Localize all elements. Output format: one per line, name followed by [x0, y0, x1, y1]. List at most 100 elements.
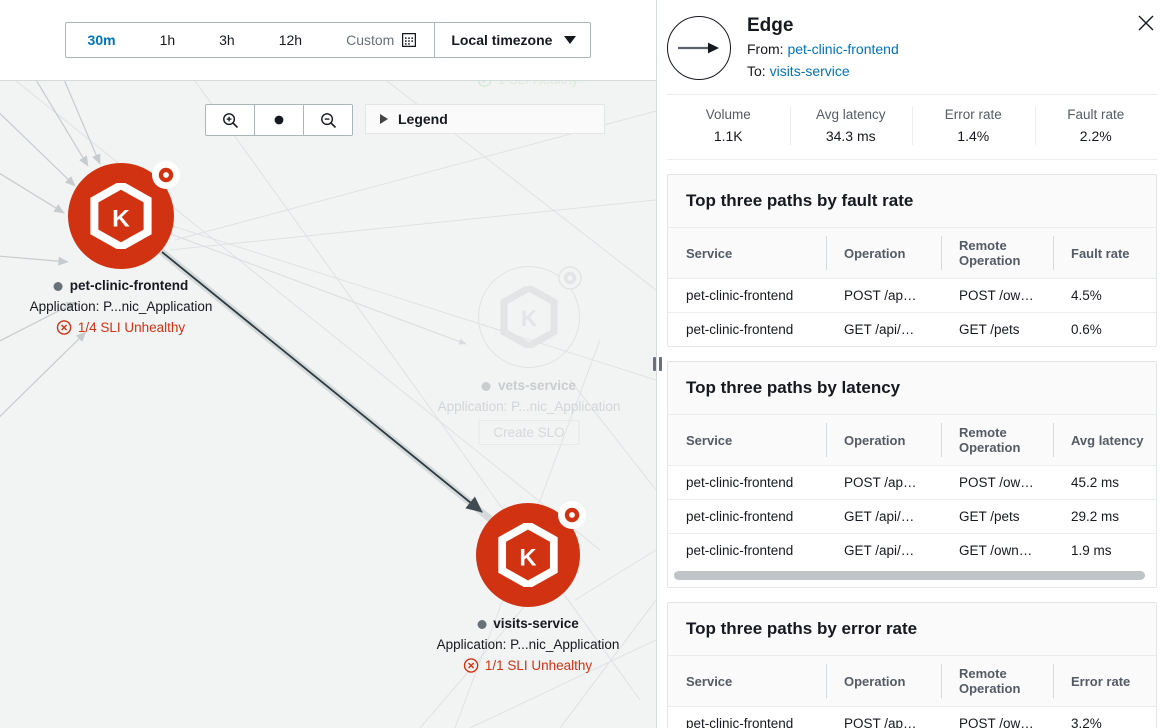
node-sli-status-visits-service: 1/1 SLI Unhealthy	[437, 655, 620, 676]
kubernetes-icon: K	[500, 286, 558, 348]
time-range-30m[interactable]: 30m	[66, 23, 138, 57]
time-range-3h[interactable]: 3h	[197, 23, 257, 57]
metric-volume: Volume 1.1K	[667, 105, 790, 147]
edge-from-link[interactable]: pet-clinic-frontend	[787, 41, 898, 57]
column-header-operation[interactable]: Operation	[826, 415, 941, 466]
edge-to-link[interactable]: visits-service	[770, 63, 850, 79]
timezone-dropdown[interactable]: Local timezone	[435, 23, 590, 57]
column-header-remote-operation[interactable]: Remote Operation	[941, 656, 1053, 707]
cell-remote-operation: POST /ow…	[941, 466, 1053, 500]
gear-icon[interactable]	[152, 161, 180, 189]
column-header-operation[interactable]: Operation	[826, 656, 941, 707]
node-caption-vets-service: vets-service Application: P...nic_Applic…	[438, 376, 621, 445]
edge-to-label: To:	[747, 63, 766, 79]
cell-remote-operation: POST /ow…	[941, 279, 1053, 313]
time-range-12h[interactable]: 12h	[257, 23, 324, 57]
cell-remote-operation: POST /ow…	[941, 707, 1053, 728]
cell-value: 29.2 ms	[1053, 500, 1156, 534]
column-header-service[interactable]: Service	[668, 228, 826, 279]
card-title: Top three paths by latency	[668, 362, 1156, 415]
edge-avatar	[667, 16, 731, 80]
panel-splitter[interactable]	[650, 0, 664, 728]
table-horizontal-scrollbar[interactable]	[668, 567, 1156, 587]
column-header-value[interactable]: Error rate	[1053, 656, 1156, 707]
zoom-out-icon	[320, 112, 337, 129]
node-circle-visits-service[interactable]: K	[476, 503, 580, 607]
table-row: pet-clinic-frontend POST /ap… POST /ow… …	[668, 279, 1156, 313]
table-row: pet-clinic-frontend GET /api/… GET /own……	[668, 534, 1156, 568]
edge-to-line: To: visits-service	[747, 60, 1151, 82]
node-status-dot	[482, 382, 491, 391]
graph-node-visits-service[interactable]: K visits-service Appl	[476, 503, 580, 607]
table-header-row: Service Operation Remote Operation Avg l…	[668, 415, 1156, 466]
svg-text:K: K	[521, 306, 537, 331]
node-application-visits-service: Application: P...nic_Application	[437, 634, 620, 655]
edge-metrics-strip: Volume 1.1K Avg latency 34.3 ms Error ra…	[667, 94, 1157, 160]
cell-service[interactable]: pet-clinic-frontend	[668, 466, 826, 500]
scrollbar-thumb[interactable]	[674, 571, 1145, 580]
column-header-operation[interactable]: Operation	[826, 228, 941, 279]
node-title-visits-service: visits-service	[437, 614, 620, 634]
time-range-selector[interactable]: 30m 1h 3h 12h Custom	[65, 22, 592, 58]
table-row: pet-clinic-frontend GET /api/… GET /pets…	[668, 313, 1156, 347]
zoom-controls[interactable]	[205, 104, 353, 136]
column-header-service[interactable]: Service	[668, 415, 826, 466]
dot-icon	[272, 113, 286, 127]
legend-toggle[interactable]: Legend	[365, 104, 605, 134]
time-range-custom[interactable]: Custom	[324, 23, 434, 57]
paths-table-error-rate: Service Operation Remote Operation Error…	[668, 656, 1156, 728]
cell-value: 45.2 ms	[1053, 466, 1156, 500]
timezone-label: Local timezone	[451, 32, 552, 48]
chevron-down-icon	[564, 36, 576, 44]
cell-service[interactable]: pet-clinic-frontend	[668, 707, 826, 728]
cell-value: 4.5%	[1053, 279, 1156, 313]
node-sli-status-pet-clinic-frontend: 1/4 SLI Unhealthy	[30, 317, 213, 338]
time-range-1h[interactable]: 1h	[138, 23, 198, 57]
chevron-right-icon	[380, 114, 388, 124]
column-header-value[interactable]: Fault rate	[1053, 228, 1156, 279]
column-header-value[interactable]: Avg latency	[1053, 415, 1156, 466]
node-circle-vets-service[interactable]: K	[478, 266, 580, 368]
ghost-sli-healthy-label: 1 SLI Healthy	[477, 80, 578, 87]
cell-service[interactable]: pet-clinic-frontend	[668, 500, 826, 534]
cell-service[interactable]: pet-clinic-frontend	[668, 313, 826, 347]
paths-table-fault-rate: Service Operation Remote Operation Fault…	[668, 228, 1156, 346]
cell-operation: GET /api/…	[826, 500, 941, 534]
column-header-service[interactable]: Service	[668, 656, 826, 707]
cell-remote-operation: GET /pets	[941, 500, 1053, 534]
column-header-remote-operation[interactable]: Remote Operation	[941, 228, 1053, 279]
node-title-vets-service: vets-service	[438, 376, 621, 396]
scrollbar-track[interactable]	[674, 571, 1150, 580]
gear-icon[interactable]	[558, 501, 586, 529]
card-top-paths-fault-rate: Top three paths by fault rate Service Op…	[667, 174, 1157, 347]
zoom-out-button[interactable]	[304, 105, 352, 135]
card-title: Top three paths by fault rate	[668, 175, 1156, 228]
error-circle-icon	[464, 658, 479, 673]
edge-from-line: From: pet-clinic-frontend	[747, 38, 1151, 60]
splitter-grip-icon	[653, 357, 662, 371]
toolbar-bottom-border	[0, 80, 656, 81]
graph-node-pet-clinic-frontend[interactable]: K pet-clinic-frontend	[68, 163, 174, 269]
edge-details-pane: Edge From: pet-clinic-frontend To: visit…	[657, 0, 1166, 728]
zoom-in-button[interactable]	[206, 105, 255, 135]
graph-canvas[interactable]: 1 SLI Healthy K	[0, 80, 656, 728]
node-circle-pet-clinic-frontend[interactable]: K	[68, 163, 174, 269]
cell-service[interactable]: pet-clinic-frontend	[668, 534, 826, 568]
create-slo-button[interactable]: Create SLO	[478, 420, 579, 445]
gear-icon[interactable]	[557, 265, 583, 291]
zoom-reset-button[interactable]	[255, 105, 304, 135]
cell-service[interactable]: pet-clinic-frontend	[668, 279, 826, 313]
edge-title: Edge	[747, 14, 1151, 38]
close-button[interactable]	[1133, 10, 1159, 36]
error-circle-icon	[57, 320, 72, 335]
calendar-icon	[402, 33, 416, 47]
metric-avg-latency: Avg latency 34.3 ms	[790, 105, 913, 147]
svg-text:K: K	[519, 545, 536, 571]
table-row: pet-clinic-frontend POST /ap… POST /ow… …	[668, 466, 1156, 500]
node-status-dot	[54, 282, 63, 291]
graph-node-vets-service[interactable]: K vets-service Applic	[478, 266, 580, 368]
cell-operation: GET /api/…	[826, 313, 941, 347]
column-header-remote-operation[interactable]: Remote Operation	[941, 415, 1053, 466]
node-title-pet-clinic-frontend: pet-clinic-frontend	[30, 276, 213, 296]
close-icon	[1137, 14, 1155, 32]
